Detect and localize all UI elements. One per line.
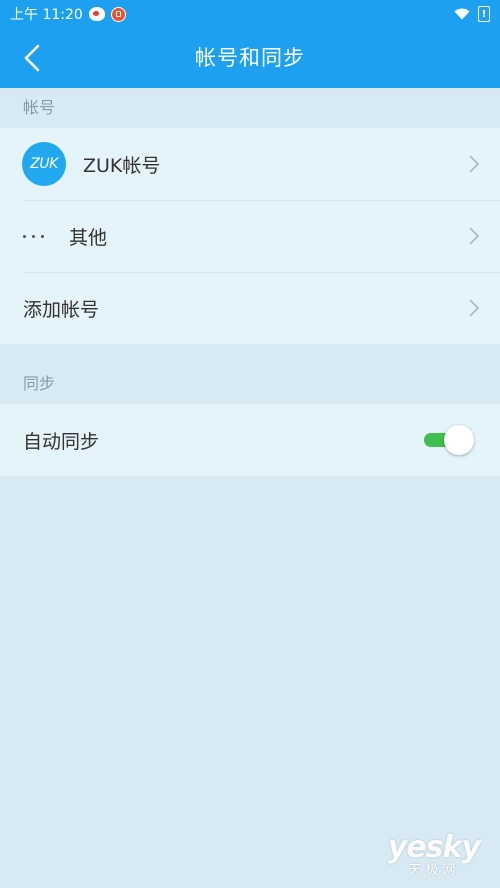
section-header-accounts: 帐号: [0, 88, 500, 128]
status-bar: 上午 11:20 !: [0, 0, 500, 28]
add-account-label: 添加帐号: [23, 298, 100, 321]
section-header-sync: 同步: [0, 364, 500, 404]
battery-alert-icon: !: [478, 6, 490, 22]
wifi-icon: [454, 8, 470, 20]
chevron-right-icon: [469, 155, 480, 173]
watermark-sub: 天极网: [408, 863, 460, 878]
sync-group: 自动同步: [0, 404, 500, 476]
watermark: yesky 天极网: [387, 830, 481, 878]
chevron-right-icon: [469, 227, 480, 245]
status-left: 上午 11:20: [10, 4, 126, 24]
account-item-label: ZUK帐号: [83, 154, 161, 177]
account-item-label: 其他: [69, 226, 108, 249]
auto-sync-row[interactable]: 自动同步: [0, 404, 500, 476]
accounts-group: ZUK ZUK帐号 其他 添加帐号: [0, 128, 500, 344]
weibo-icon: [88, 7, 105, 21]
zuk-logo-icon: ZUK: [22, 142, 66, 186]
page-title: 帐号和同步: [195, 46, 305, 70]
status-time: 上午 11:20: [10, 7, 83, 23]
chevron-right-icon: [469, 299, 480, 317]
battery-glyph: !: [481, 8, 487, 20]
watermark-main: yesky: [387, 830, 481, 865]
account-item-other[interactable]: 其他: [0, 200, 500, 272]
add-account-button[interactable]: 添加帐号: [0, 272, 500, 344]
zuk-logo-text: ZUK: [30, 156, 58, 172]
more-dots-icon: [23, 234, 51, 238]
auto-sync-label: 自动同步: [23, 430, 100, 453]
status-right: !: [454, 6, 490, 22]
account-item-zuk[interactable]: ZUK ZUK帐号: [0, 128, 500, 200]
mi-icon: [110, 6, 126, 22]
auto-sync-toggle[interactable]: [424, 425, 474, 455]
app-bar: 帐号和同步: [0, 28, 500, 88]
toggle-thumb: [444, 425, 474, 455]
